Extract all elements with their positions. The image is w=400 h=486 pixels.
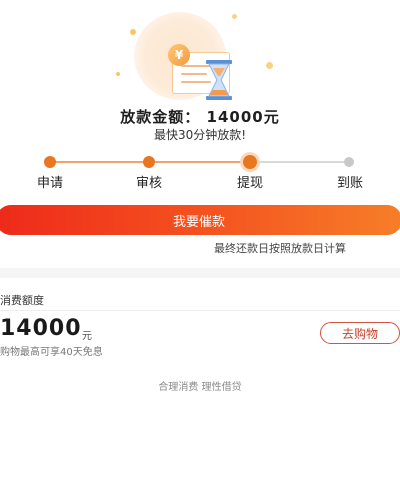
repay-date-note: 最终还款日按照放款日计算 (214, 242, 346, 255)
step-dot-withdraw (243, 155, 257, 169)
loan-speed-note: 最快30分钟放款! (153, 128, 247, 142)
go-shopping-button[interactable]: 去购物 (320, 322, 400, 344)
progress-track (48, 161, 350, 163)
step-label-review: 审核 (135, 176, 162, 191)
quota-label: 消费额度 (0, 294, 44, 307)
decor-dot (266, 62, 273, 69)
decor-dot (116, 72, 120, 76)
step-dot-apply (44, 156, 56, 168)
step-dot-arrive (344, 157, 354, 167)
decor-dot (130, 29, 136, 35)
section-divider (0, 268, 400, 278)
hourglass-icon (206, 60, 232, 100)
yen-coin-icon: ¥ (168, 44, 190, 66)
loan-illustration: ¥ (128, 12, 278, 102)
quota-description: 购物最高可享40天免息 (0, 347, 103, 358)
step-label-apply: 申请 (36, 176, 63, 191)
quota-separator (0, 310, 400, 311)
loan-amount-title: 放款金额： 14000元 (120, 108, 280, 126)
quota-amount: 14000 (0, 316, 82, 341)
step-label-arrive: 到账 (336, 176, 363, 191)
urge-loan-button[interactable]: 我要催款 (0, 205, 400, 235)
step-label-withdraw: 提现 (236, 176, 263, 191)
decor-dot (232, 14, 237, 19)
step-dot-review (143, 156, 155, 168)
footer-note: 合理消费 理性借贷 (158, 382, 242, 393)
quota-unit: 元 (82, 331, 92, 342)
